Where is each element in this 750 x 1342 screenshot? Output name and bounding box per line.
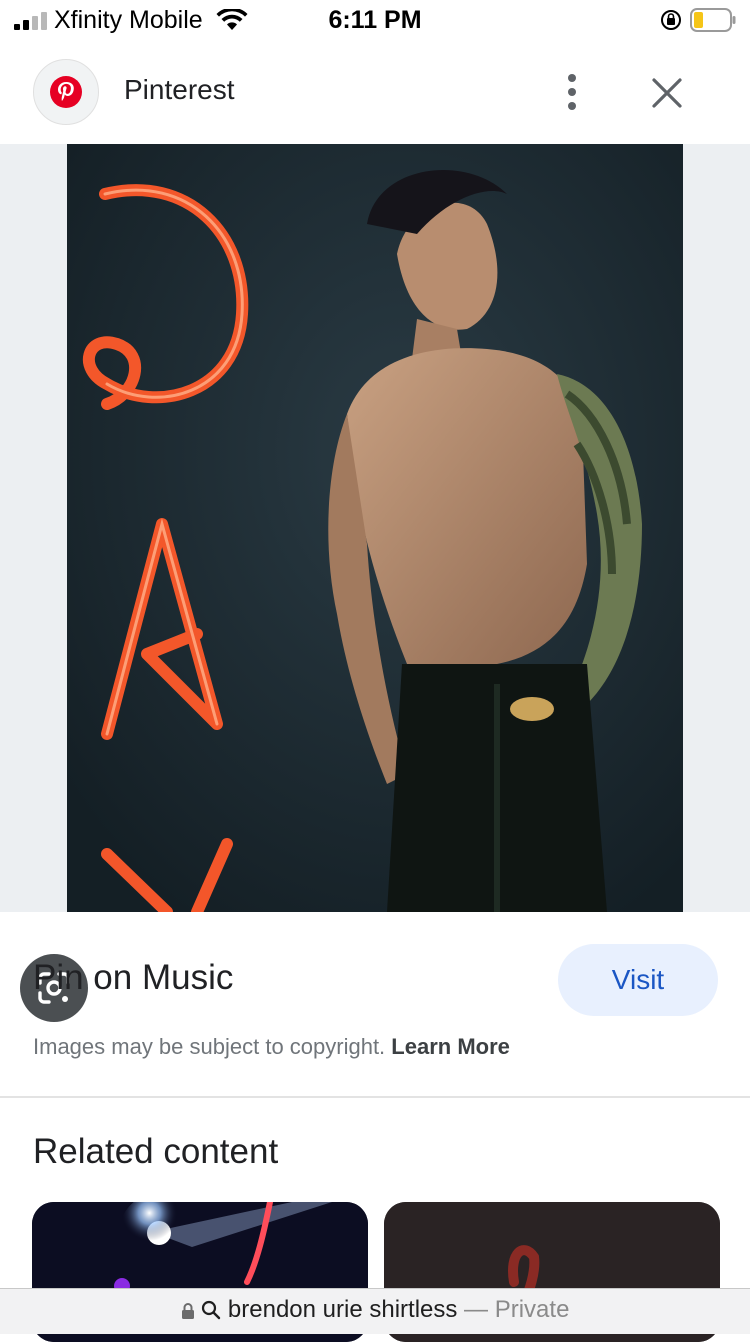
battery-icon — [690, 8, 736, 32]
url-bar[interactable]: brendon urie shirtless — Private — [0, 1288, 750, 1334]
copyright-text: Images may be subject to copyright. — [33, 1034, 386, 1059]
close-icon[interactable] — [644, 70, 690, 116]
pin-title[interactable]: Pin on Music — [33, 958, 233, 998]
image-preview — [0, 144, 750, 1022]
visit-button[interactable]: Visit — [558, 944, 718, 1016]
photo-illustration — [67, 144, 683, 912]
more-vertical-icon[interactable] — [552, 70, 592, 114]
pinterest-p-icon — [50, 76, 82, 108]
orientation-lock-icon — [661, 10, 681, 30]
divider — [0, 1096, 750, 1098]
pinterest-logo-icon[interactable] — [33, 59, 99, 125]
clock: 6:11 PM — [328, 6, 422, 34]
source-header: Pinterest — [0, 44, 750, 144]
url-separator: — — [464, 1296, 489, 1323]
url-query: brendon urie shirtless — [227, 1296, 458, 1323]
source-name[interactable]: Pinterest — [124, 74, 235, 106]
related-content-heading: Related content — [33, 1132, 279, 1171]
copyright-notice: Images may be subject to copyright. Lear… — [33, 1034, 510, 1060]
status-bar: Xfinity Mobile 6:11 PM — [0, 0, 750, 42]
search-icon — [202, 1300, 221, 1320]
lock-icon — [181, 1303, 194, 1319]
preview-photo[interactable] — [67, 144, 683, 912]
learn-more-link[interactable]: Learn More — [391, 1034, 510, 1059]
private-mode-label: Private — [494, 1296, 570, 1323]
